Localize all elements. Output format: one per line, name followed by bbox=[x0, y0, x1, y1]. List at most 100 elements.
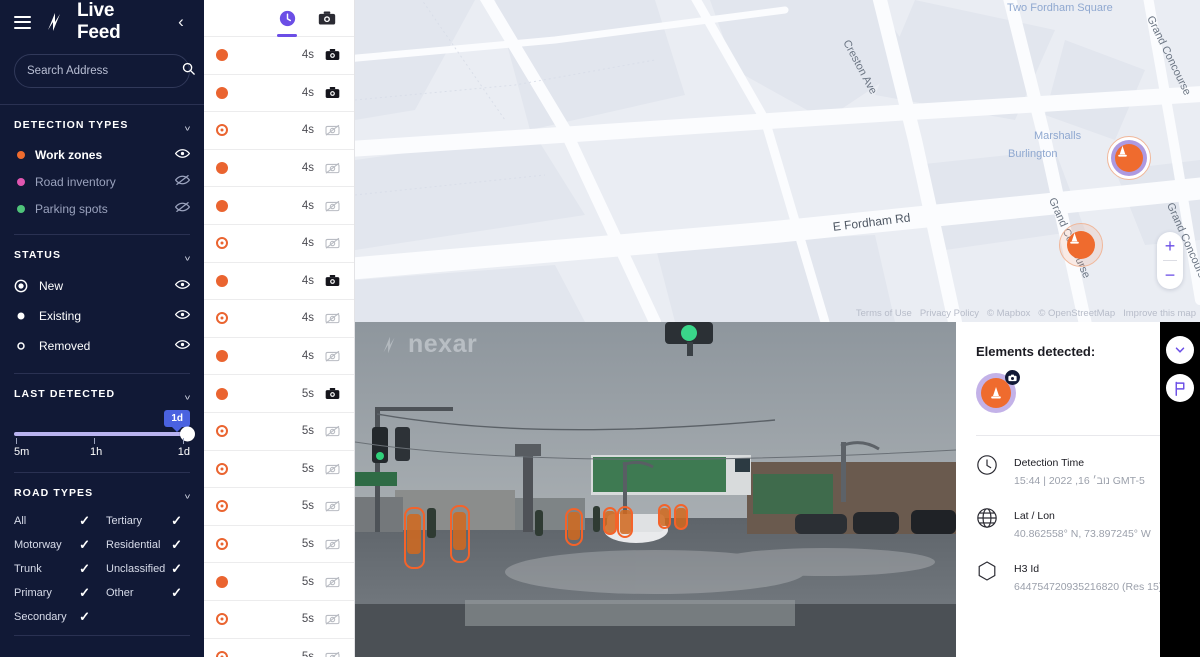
check-icon[interactable]: ✓ bbox=[171, 537, 182, 553]
feed-row[interactable]: 5s bbox=[204, 451, 354, 489]
camera-off-icon[interactable] bbox=[325, 612, 340, 626]
hamburger-icon[interactable] bbox=[14, 15, 31, 29]
camera-off-icon[interactable] bbox=[325, 537, 340, 551]
status-header[interactable]: STATUS ^ bbox=[14, 235, 190, 271]
detection-bounding-box[interactable] bbox=[674, 504, 688, 530]
dashcam-video[interactable]: nexar bbox=[355, 322, 956, 657]
road-type-secondary[interactable]: Secondary ✓ bbox=[14, 605, 98, 629]
check-icon[interactable]: ✓ bbox=[79, 585, 90, 601]
search-input[interactable] bbox=[27, 65, 181, 77]
check-icon[interactable]: ✓ bbox=[171, 513, 182, 529]
road-type-trunk[interactable]: Trunk ✓ bbox=[14, 557, 98, 581]
road-type-residential[interactable]: Residential ✓ bbox=[106, 533, 190, 557]
feed-row[interactable]: 4s bbox=[204, 263, 354, 301]
feed-row[interactable]: 4s bbox=[204, 300, 354, 338]
camera-off-icon[interactable] bbox=[325, 349, 340, 363]
camera-off-icon[interactable] bbox=[325, 650, 340, 657]
check-icon[interactable]: ✓ bbox=[79, 609, 90, 625]
chevron-up-icon[interactable]: ^ bbox=[185, 488, 190, 500]
detection-bounding-box[interactable] bbox=[658, 504, 671, 529]
detection-bounding-box[interactable] bbox=[617, 506, 633, 538]
road-type-all[interactable]: All ✓ bbox=[14, 509, 98, 533]
tab-recent-clock[interactable] bbox=[274, 0, 300, 37]
chevron-up-icon[interactable]: ^ bbox=[185, 389, 190, 401]
attrib-terms-of-use[interactable]: Terms of Use bbox=[856, 308, 912, 319]
feed-row[interactable]: 5s bbox=[204, 639, 354, 657]
detection-bounding-box[interactable] bbox=[603, 507, 617, 535]
chevron-up-icon[interactable]: ^ bbox=[185, 250, 190, 262]
camera-off-icon[interactable] bbox=[325, 236, 340, 250]
road-types-header[interactable]: ROAD TYPES ^ bbox=[14, 473, 190, 509]
feed-row[interactable]: 5s bbox=[204, 526, 354, 564]
eye-icon[interactable] bbox=[174, 337, 191, 355]
feed-row[interactable]: 4s bbox=[204, 150, 354, 188]
feed-row[interactable]: 4s bbox=[204, 37, 354, 75]
status-item-existing[interactable]: Existing bbox=[14, 301, 191, 331]
feed-row[interactable]: 4s bbox=[204, 225, 354, 263]
detection-type-work-zones[interactable]: Work zones bbox=[14, 141, 191, 168]
camera-off-icon[interactable] bbox=[325, 575, 340, 589]
search-icon[interactable] bbox=[181, 61, 196, 81]
feed-row[interactable]: 5s bbox=[204, 563, 354, 601]
search-box[interactable] bbox=[14, 54, 195, 88]
last-detected-header[interactable]: LAST DETECTED ^ bbox=[14, 374, 190, 410]
detection-bounding-box[interactable] bbox=[404, 507, 425, 569]
detection-type-road-inventory[interactable]: Road inventory bbox=[14, 168, 191, 195]
road-type-primary[interactable]: Primary ✓ bbox=[14, 581, 98, 605]
camera-off-icon[interactable] bbox=[325, 123, 340, 137]
road-type-motorway[interactable]: Motorway ✓ bbox=[14, 533, 98, 557]
feed-row[interactable]: 5s bbox=[204, 413, 354, 451]
status-item-new[interactable]: New bbox=[14, 271, 191, 301]
camera-icon[interactable] bbox=[325, 274, 340, 288]
eye-icon[interactable] bbox=[174, 277, 191, 295]
attrib-privacy-policy[interactable]: Privacy Policy bbox=[920, 308, 979, 319]
detection-bounding-box[interactable] bbox=[565, 508, 583, 546]
chevron-up-icon[interactable]: ^ bbox=[185, 120, 190, 132]
time-slider[interactable]: 1d 5m 1h 1d bbox=[14, 410, 195, 468]
check-icon[interactable]: ✓ bbox=[171, 585, 182, 601]
check-icon[interactable]: ✓ bbox=[79, 561, 90, 577]
check-icon[interactable]: ✓ bbox=[171, 561, 182, 577]
camera-off-icon[interactable] bbox=[325, 199, 340, 213]
feed-row[interactable]: 4s bbox=[204, 187, 354, 225]
flag-icon[interactable] bbox=[1166, 374, 1194, 402]
zoom-out-button[interactable]: − bbox=[1157, 261, 1183, 289]
feed-row[interactable]: 5s bbox=[204, 488, 354, 526]
feed-row[interactable]: 4s bbox=[204, 75, 354, 113]
camera-icon[interactable] bbox=[325, 387, 340, 401]
camera-off-icon[interactable] bbox=[325, 311, 340, 325]
feed-row[interactable]: 5s bbox=[204, 601, 354, 639]
camera-off-icon[interactable] bbox=[325, 462, 340, 476]
feed-row[interactable]: 4s bbox=[204, 338, 354, 376]
camera-off-icon[interactable] bbox=[325, 499, 340, 513]
tab-camera[interactable] bbox=[314, 0, 340, 37]
detection-type-parking-spots[interactable]: Parking spots bbox=[14, 195, 191, 222]
feed-row[interactable]: 4s bbox=[204, 112, 354, 150]
camera-icon[interactable] bbox=[325, 48, 340, 62]
camera-off-icon[interactable] bbox=[325, 161, 340, 175]
detected-element-icon[interactable] bbox=[976, 370, 1020, 413]
chevron-left-icon[interactable]: ‹ bbox=[172, 12, 190, 32]
chevron-down-icon[interactable] bbox=[1166, 336, 1194, 364]
attrib-mapbox[interactable]: © Mapbox bbox=[987, 308, 1030, 319]
road-type-tertiary[interactable]: Tertiary ✓ bbox=[106, 509, 190, 533]
camera-off-icon[interactable] bbox=[325, 424, 340, 438]
detection-types-header[interactable]: DETECTION TYPES ^ bbox=[14, 105, 190, 141]
check-icon[interactable]: ✓ bbox=[79, 537, 90, 553]
feed-row[interactable]: 5s bbox=[204, 375, 354, 413]
zoom-in-button[interactable]: + bbox=[1157, 232, 1183, 260]
attrib-openstreetmap[interactable]: © OpenStreetMap bbox=[1038, 308, 1115, 319]
slider-track[interactable] bbox=[14, 426, 195, 442]
camera-icon[interactable] bbox=[325, 86, 340, 100]
eye-off-icon[interactable] bbox=[174, 200, 191, 218]
road-type-other[interactable]: Other ✓ bbox=[106, 581, 190, 605]
status-item-removed[interactable]: Removed bbox=[14, 331, 191, 361]
road-type-unclassified[interactable]: Unclassified ✓ bbox=[106, 557, 190, 581]
eye-off-icon[interactable] bbox=[174, 173, 191, 191]
attrib-improve-this-map[interactable]: Improve this map bbox=[1123, 308, 1196, 319]
map-view[interactable]: Two Fordham Square Creston Ave Grand Con… bbox=[355, 0, 1200, 322]
detection-bounding-box[interactable] bbox=[450, 505, 470, 563]
eye-icon[interactable] bbox=[174, 307, 191, 325]
check-icon[interactable]: ✓ bbox=[79, 513, 90, 529]
eye-icon[interactable] bbox=[174, 146, 191, 164]
